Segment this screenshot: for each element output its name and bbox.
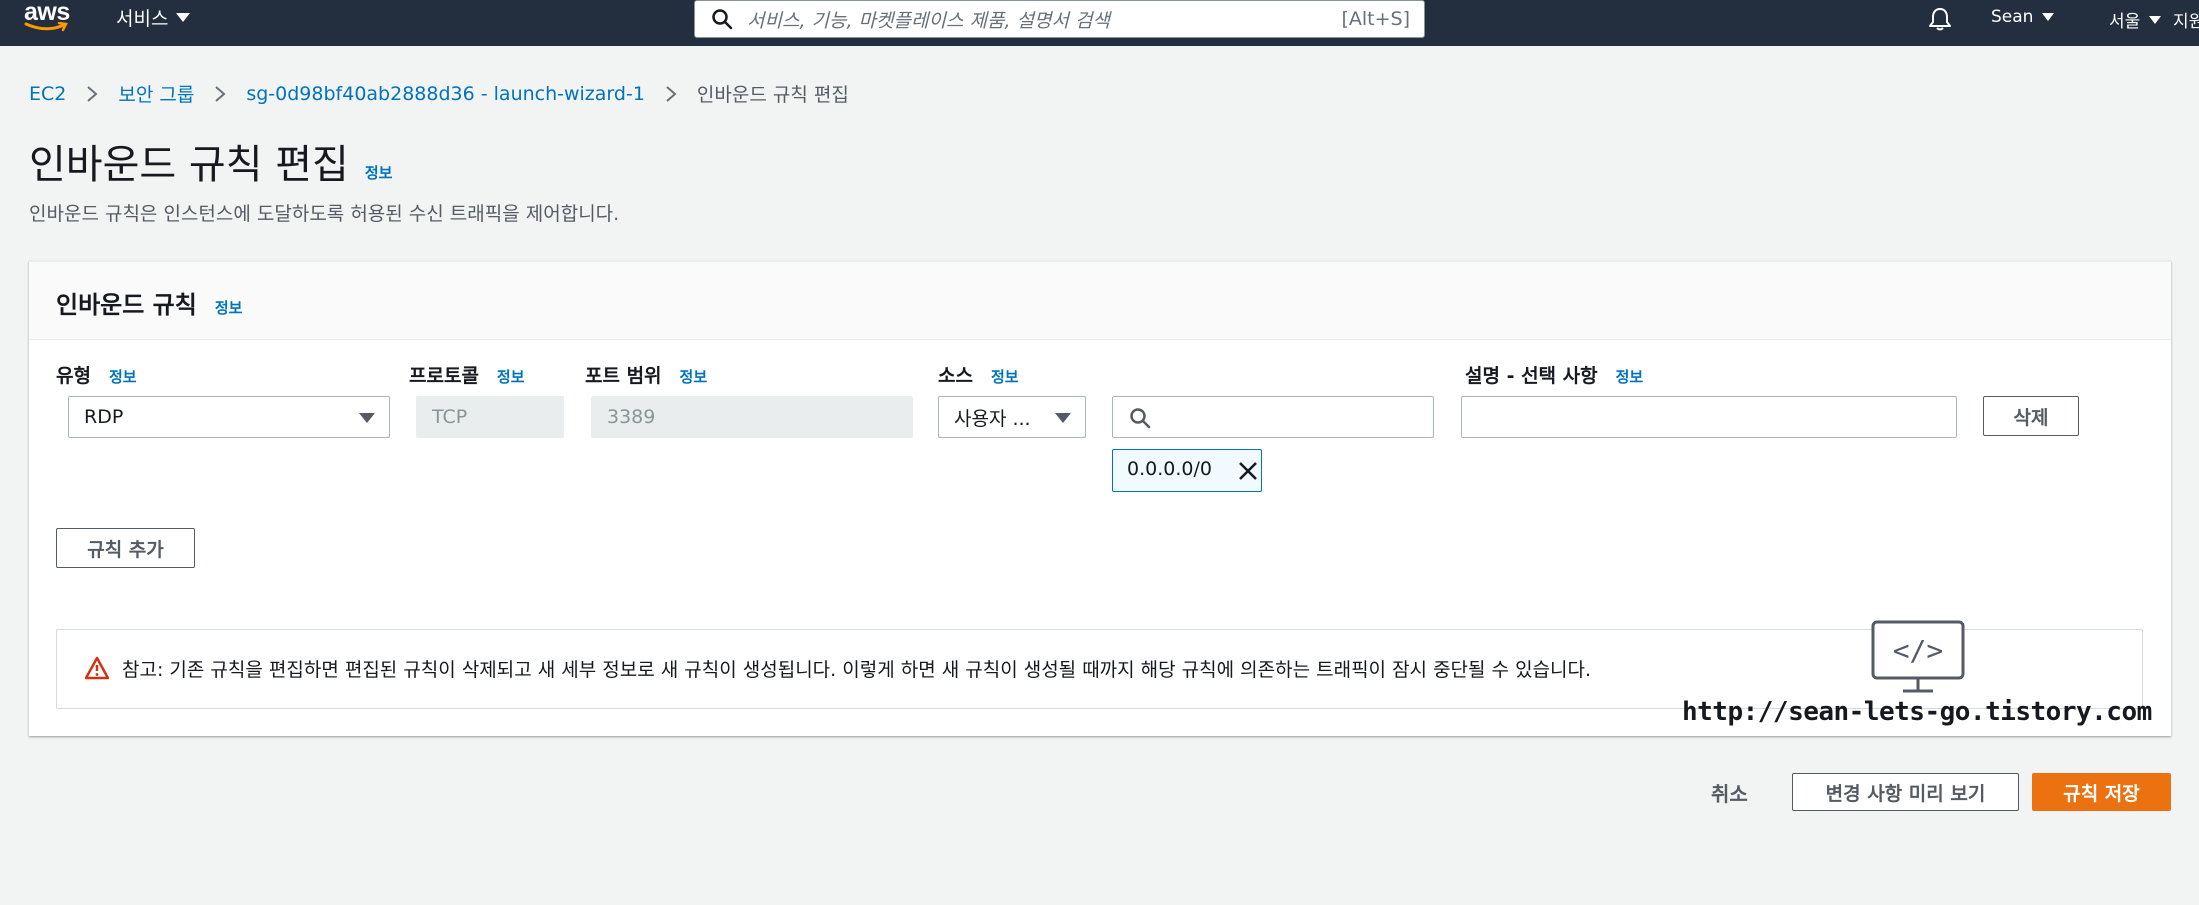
- monitor-code-text: </>: [1893, 634, 1944, 667]
- page-title-text: 인바운드 규칙 편집: [29, 142, 349, 188]
- search-icon: [1130, 408, 1151, 429]
- panel-title-text: 인바운드 규칙: [56, 291, 197, 319]
- cancel-button[interactable]: 취소: [1711, 778, 1748, 807]
- source-cidr-token: 0.0.0.0/0: [1112, 449, 1262, 492]
- protocol-label: 프로토콜: [409, 365, 479, 387]
- chevron-right-icon: [666, 85, 677, 102]
- port-range-label: 포트 범위: [585, 365, 662, 387]
- page-title: 인바운드 규칙 편집 정보: [29, 132, 392, 190]
- source-type-select[interactable]: 사용자 ...: [938, 396, 1086, 438]
- save-rules-button[interactable]: 규칙 저장: [2032, 773, 2171, 811]
- chevron-right-icon: [87, 85, 98, 102]
- breadcrumb-security-group-link[interactable]: sg-0d98bf40ab2888d36 - launch-wizard-1: [246, 83, 645, 105]
- type-label: 유형: [56, 365, 91, 387]
- rule-type-value: RDP: [84, 406, 124, 428]
- page-description: 인바운드 규칙은 인스턴스에 도달하도록 허용된 수신 트래픽을 제어합니다.: [29, 203, 620, 225]
- breadcrumb: EC2 보안 그룹 sg-0d98bf40ab2888d36 - launch-…: [29, 80, 849, 107]
- warning-icon: [85, 656, 109, 680]
- port-range-field: 3389: [591, 396, 913, 438]
- watermark-url: http://sean-lets-go.tistory.com: [1682, 697, 2152, 727]
- global-search-input[interactable]: 서비스, 기능, 마켓플레이스 제품, 설명서 검색 [Alt+S]: [694, 0, 1425, 38]
- rule-type-select[interactable]: RDP: [68, 396, 390, 438]
- column-label-description: 설명 - 선택 사항 정보: [1465, 361, 1643, 388]
- type-info-link[interactable]: 정보: [109, 366, 137, 387]
- source-label: 소스: [938, 365, 973, 387]
- support-menu-button[interactable]: 지원: [2173, 7, 2199, 32]
- aws-smile-icon: [24, 22, 68, 32]
- panel-header: 인바운드 규칙 정보: [29, 262, 2171, 340]
- preview-changes-button[interactable]: 변경 사항 미리 보기: [1792, 773, 2019, 811]
- source-type-value: 사용자 ...: [954, 407, 1031, 430]
- caret-down-icon: [2042, 13, 2055, 21]
- description-info-link[interactable]: 정보: [1616, 366, 1644, 387]
- services-menu-button[interactable]: 서비스: [116, 4, 191, 31]
- services-label: 서비스: [116, 8, 169, 30]
- description-input[interactable]: [1461, 396, 1957, 438]
- breadcrumb-security-groups-link[interactable]: 보안 그룹: [118, 80, 194, 107]
- port-range-info-link[interactable]: 정보: [680, 366, 708, 387]
- chevron-right-icon: [215, 85, 226, 102]
- search-shortcut-hint: [Alt+S]: [1341, 8, 1410, 30]
- source-cidr-search-input[interactable]: [1112, 396, 1434, 438]
- breadcrumb-ec2-link[interactable]: EC2: [29, 83, 66, 105]
- close-icon[interactable]: [1235, 458, 1261, 484]
- user-menu-button[interactable]: Sean: [1991, 7, 2055, 27]
- column-label-protocol: 프로토콜 정보: [409, 361, 525, 388]
- source-info-link[interactable]: 정보: [991, 366, 1019, 387]
- top-navigation: aws 서비스 서비스, 기능, 마켓플레이스 제품, 설명서 검색 [Alt+…: [0, 0, 2199, 46]
- user-label: Sean: [1991, 7, 2034, 27]
- search-placeholder: 서비스, 기능, 마켓플레이스 제품, 설명서 검색: [747, 9, 1110, 32]
- add-rule-button[interactable]: 규칙 추가: [56, 528, 195, 568]
- bell-icon[interactable]: [1927, 6, 1953, 32]
- page-info-link[interactable]: 정보: [365, 162, 393, 183]
- caret-down-icon: [176, 13, 191, 22]
- monitor-icon: </>: [1871, 620, 1965, 693]
- column-label-source: 소스 정보: [938, 361, 1019, 388]
- protocol-info-link[interactable]: 정보: [497, 366, 525, 387]
- inbound-rules-panel: 인바운드 규칙 정보 유형 정보 프로토콜 정보 포트 범위 정보 소스 정보 …: [29, 261, 2171, 736]
- region-label: 서울: [2109, 12, 2141, 32]
- delete-rule-button[interactable]: 삭제: [1983, 396, 2079, 436]
- protocol-field: TCP: [416, 396, 564, 438]
- aws-logo[interactable]: aws: [24, 0, 70, 38]
- search-icon: [712, 9, 733, 30]
- description-label: 설명 - 선택 사항: [1465, 365, 1598, 387]
- column-label-port-range: 포트 범위 정보: [585, 361, 707, 388]
- panel-title: 인바운드 규칙 정보: [56, 285, 242, 320]
- panel-info-link[interactable]: 정보: [215, 297, 243, 318]
- caret-down-icon: [2149, 15, 2162, 24]
- region-menu-button[interactable]: 서울: [2109, 7, 2162, 32]
- breadcrumb-current: 인바운드 규칙 편집: [696, 84, 849, 106]
- caret-down-icon: [359, 413, 375, 423]
- column-label-type: 유형 정보: [56, 361, 137, 388]
- caret-down-icon: [1055, 413, 1071, 423]
- alert-message: 참고: 기존 규칙을 편집하면 편집된 규칙이 삭제되고 새 세부 정보로 새 …: [122, 659, 1592, 681]
- token-label: 0.0.0.0/0: [1127, 458, 1212, 480]
